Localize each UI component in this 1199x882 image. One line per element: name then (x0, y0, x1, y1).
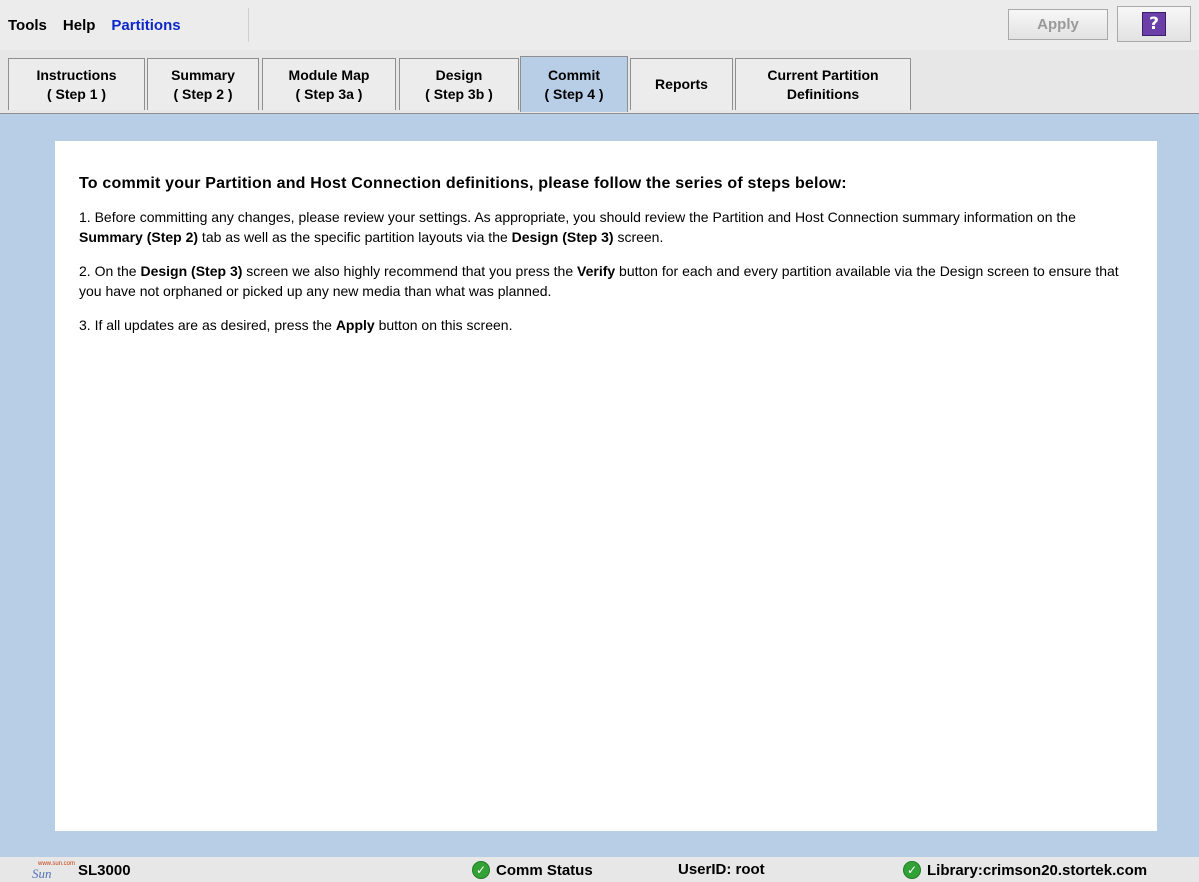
tab-design[interactable]: Design ( Step 3b ) (399, 58, 519, 110)
menu-tools[interactable]: Tools (8, 17, 47, 34)
user-id-label: UserID: root (678, 861, 765, 878)
tab-module-map[interactable]: Module Map ( Step 3a ) (262, 58, 396, 110)
tab-sublabel: ( Step 3b ) (425, 85, 493, 102)
sun-logo-icon: www.sun.com Sun (32, 861, 76, 881)
tab-label: Design (435, 66, 483, 83)
tab-label: Module Map (288, 66, 370, 83)
tab-sublabel: ( Step 2 ) (173, 85, 233, 102)
tab-current-partition-definitions[interactable]: Current Partition Definitions (735, 58, 911, 110)
library-ok-check-icon: ✓ (903, 861, 921, 879)
apply-ref: Apply (335, 317, 375, 333)
tab-sublabel: ( Step 4 ) (544, 85, 604, 102)
tab-label: Reports (655, 76, 708, 92)
tab-instructions[interactable]: Instructions ( Step 1 ) (8, 58, 145, 110)
help-button[interactable]: ? (1117, 6, 1191, 42)
step-1-text: 1. Before committing any changes, please… (79, 209, 1076, 245)
step-2-text: 2. On the Design (Step 3) screen we also… (79, 263, 1119, 299)
summary-step-ref: Summary (Step 2) (79, 229, 199, 245)
step-tabs: Instructions ( Step 1 ) Summary ( Step 2… (0, 50, 1199, 113)
main-menu: Tools Help Partitions (8, 8, 249, 42)
tab-commit[interactable]: Commit ( Step 4 ) (520, 56, 628, 112)
menu-bar: Tools Help Partitions Apply ? (0, 0, 1199, 50)
library-name: Library:crimson20.stortek.com (927, 861, 1148, 879)
partitions-app-window: Tools Help Partitions Apply ? Instructio… (0, 0, 1199, 882)
step-3-text: 3. If all updates are as desired, press … (79, 317, 513, 333)
comm-status: ✓ Comm Status (472, 861, 593, 879)
product-name: SL3000 (78, 861, 131, 879)
library-status: ✓ Library:crimson20.stortek.com (903, 861, 1147, 879)
design-step-ref: Design (Step 3) (511, 229, 614, 245)
comm-ok-check-icon: ✓ (472, 861, 490, 879)
tab-sublabel: ( Step 3a ) (295, 85, 363, 102)
menu-partitions[interactable]: Partitions (111, 17, 180, 34)
tab-label: Summary (171, 66, 235, 83)
help-question-icon: ? (1142, 12, 1166, 36)
user-id: UserID: root (678, 861, 765, 878)
commit-tab-content: To commit your Partition and Host Connec… (0, 113, 1199, 857)
status-bar: www.sun.com Sun SL3000 ✓ Comm Status Use… (0, 857, 1199, 882)
apply-button[interactable]: Apply (1008, 9, 1108, 40)
instructions-panel: To commit your Partition and Host Connec… (55, 141, 1157, 831)
tab-label: Commit (547, 66, 601, 83)
tab-reports[interactable]: Reports (630, 58, 733, 110)
tab-sublabel: ( Step 1 ) (46, 85, 107, 102)
menu-help[interactable]: Help (63, 17, 96, 34)
comm-status-label: Comm Status (496, 861, 593, 879)
verify-ref: Verify (577, 263, 616, 279)
tab-summary[interactable]: Summary ( Step 2 ) (147, 58, 259, 110)
tab-label: Current Partition (767, 66, 879, 83)
product-indicator: www.sun.com Sun SL3000 (32, 861, 131, 881)
instructions-heading: To commit your Partition and Host Connec… (79, 175, 847, 192)
tab-sublabel: Definitions (786, 85, 860, 102)
tab-label: Instructions (36, 66, 117, 83)
design-step-ref: Design (Step 3) (140, 263, 243, 279)
